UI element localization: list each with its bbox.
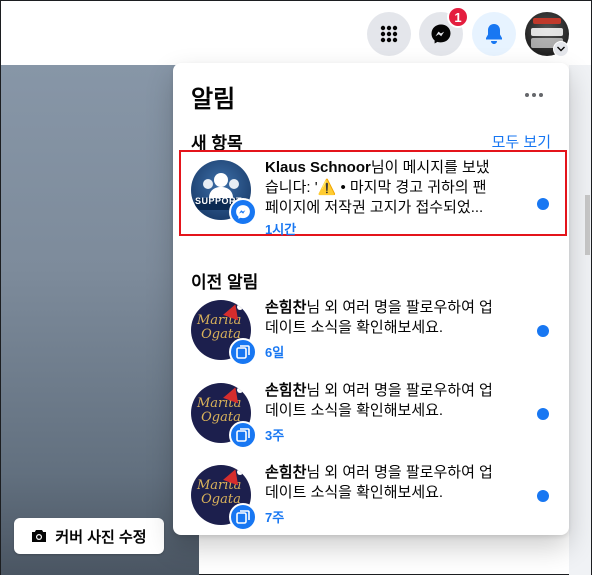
cover-photo (1, 65, 199, 575)
more-horizontal-icon (525, 93, 543, 97)
notification-text: Klaus Schnoor님이 메시지를 보냈 습니다: '⚠️ • 마지막 경… (265, 158, 515, 218)
notification-actor: 손힘찬 (265, 382, 307, 399)
notification-text: 손힘찬님 외 여러 명을 팔로우하여 업 데이트 소식을 확인해보세요. (265, 463, 515, 503)
unread-indicator (537, 408, 549, 420)
notification-time: 6일 (265, 345, 285, 360)
notification-time: 7주 (265, 510, 285, 525)
notifications-button[interactable] (472, 12, 516, 56)
notification-text-line: 데이트 소식을 확인해보세요. (265, 484, 444, 501)
bell-icon (486, 24, 502, 44)
notification-item[interactable]: SUPPORT Klaus Schnoor님이 메시지를 보냈 습니다: '⚠️… (179, 150, 567, 237)
edit-cover-photo-button[interactable]: 커버 사진 수정 (14, 518, 164, 554)
more-options-button[interactable] (518, 79, 550, 111)
pages-badge (229, 421, 257, 449)
notification-text-line: 님 외 여러 명을 팔로우하여 업 (306, 299, 493, 316)
pages-icon (236, 428, 250, 442)
messenger-badge (229, 198, 257, 226)
notification-text-line: 데이트 소식을 확인해보세요. (265, 319, 444, 336)
pages-icon (236, 345, 250, 359)
messenger-icon (236, 205, 250, 219)
pages-badge (229, 338, 257, 366)
notifications-panel: 알림 새 항목 모두 보기 SUPPORT Klaus Schnoor님이 메시… (173, 63, 569, 535)
notification-text-line: 님이 메시지를 보냈 (370, 159, 490, 176)
notification-actor: 손힘찬 (265, 464, 307, 481)
messenger-icon (431, 24, 451, 44)
notification-text-line: 데이트 소식을 확인해보세요. (265, 402, 444, 419)
notification-text: 손힘찬님 외 여러 명을 팔로우하여 업 데이트 소식을 확인해보세요. (265, 381, 515, 421)
page-scroll-area (569, 65, 591, 575)
notification-item[interactable]: Marita Ogata 손힘찬님 외 여러 명을 팔로우하여 업 데이트 소식… (181, 375, 567, 457)
notification-time: 3주 (265, 428, 285, 443)
notification-count-badge: 1 (447, 6, 469, 28)
pages-badge (229, 503, 257, 531)
notification-text-line: 님 외 여러 명을 팔로우하여 업 (306, 464, 493, 481)
notification-text-line: 페이지에 저작권 고지가 접수되었... (265, 199, 484, 216)
notification-item[interactable]: Marita Ogata 손힘찬님 외 여러 명을 팔로우하여 업 데이트 소식… (181, 457, 567, 535)
unread-indicator (537, 490, 549, 502)
chevron-down-icon (557, 46, 565, 52)
account-menu-button[interactable] (553, 41, 569, 57)
see-all-link[interactable]: 모두 보기 (492, 131, 551, 152)
earlier-section-heading: 이전 알림 (191, 273, 259, 292)
edit-cover-photo-label: 커버 사진 수정 (55, 528, 147, 546)
camera-icon (32, 530, 47, 542)
pages-icon (236, 510, 250, 524)
notification-text: 손힘찬님 외 여러 명을 팔로우하여 업 데이트 소식을 확인해보세요. (265, 298, 515, 338)
notification-item[interactable]: Marita Ogata 손힘찬님 외 여러 명을 팔로우하여 업 데이트 소식… (181, 292, 567, 374)
messenger-button[interactable]: 1 (419, 6, 469, 56)
apps-grid-icon (380, 25, 398, 43)
top-navigation-bar: 1 (1, 1, 591, 65)
new-section-heading: 새 항목 (191, 134, 243, 153)
notification-actor: Klaus Schnoor (265, 159, 371, 176)
notification-text-line: 님 외 여러 명을 팔로우하여 업 (306, 382, 493, 399)
panel-title: 알림 (191, 86, 236, 113)
notification-time: 1시간 (265, 222, 297, 237)
notification-text-line: 습니다: '⚠️ • 마지막 경고 귀하의 팬 (265, 179, 487, 196)
notification-actor: 손힘찬 (265, 299, 307, 316)
unread-indicator (537, 198, 549, 210)
unread-indicator (537, 325, 549, 337)
apps-menu-button[interactable] (367, 12, 411, 56)
scrollbar[interactable] (585, 195, 590, 255)
